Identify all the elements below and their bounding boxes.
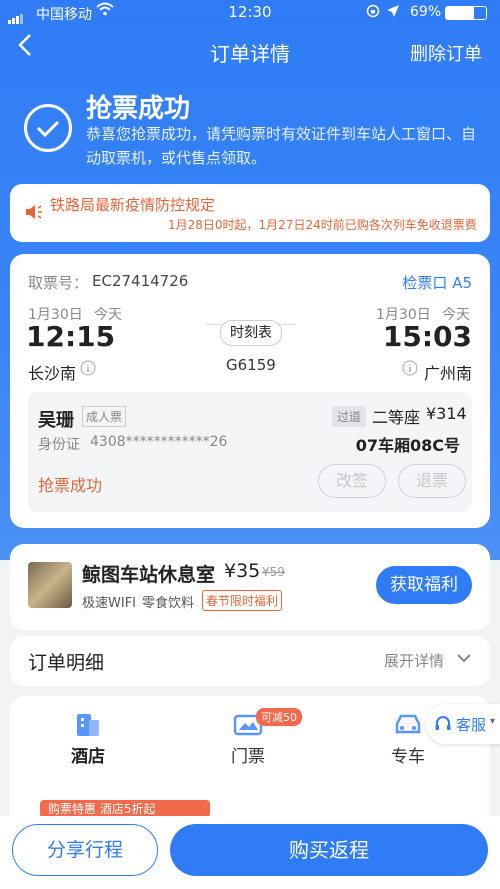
- pickup-label: 取票号：: [28, 274, 89, 292]
- headset-icon: [434, 715, 452, 737]
- lounge-promo-card[interactable]: 鲸图车站休息室 ¥35 ¥59 极速WIFI 零食饮料 春节限时福利 获取福利: [10, 544, 490, 630]
- order-detail-row[interactable]: 订单明细 展开详情: [10, 636, 490, 686]
- depart-station: 长沙南: [28, 364, 77, 383]
- lounge-promo-badge: 春节限时福利: [202, 590, 283, 611]
- check-circle-icon: [24, 104, 72, 152]
- service-tickets-label: 门票: [231, 747, 265, 767]
- location-icon: [386, 4, 400, 22]
- orientation-lock-icon: [366, 4, 380, 22]
- expand-detail-label: 展开详情: [384, 652, 445, 670]
- bottom-action-bar: 分享行程 购买返程: [0, 816, 500, 889]
- get-benefit-button[interactable]: 获取福利: [376, 566, 472, 604]
- tickets-discount-badge: 可减50: [256, 708, 302, 726]
- buy-return-button[interactable]: 购买返程: [170, 824, 488, 876]
- info-icon[interactable]: [80, 360, 96, 380]
- notice-detail: 1月28日0时起，1月27日24时前已购各次列车免收退票费: [168, 218, 477, 232]
- lounge-original-price: ¥59: [262, 565, 285, 579]
- hotel-icon: [73, 710, 103, 738]
- battery-percent: 69%: [410, 4, 442, 20]
- pickup-code: EC27414726: [92, 272, 189, 290]
- info-icon[interactable]: [402, 360, 418, 380]
- share-trip-button[interactable]: 分享行程: [12, 824, 158, 876]
- lounge-tag-snacks: 零食饮料: [142, 596, 195, 611]
- ticket-card: 取票号： EC27414726 检票口 A5 1月30日 今天 12:15 长沙…: [10, 254, 490, 528]
- arrive-time: 15:03: [382, 320, 472, 353]
- car-icon: [393, 710, 423, 738]
- ticket-type-badge: 成人票: [82, 406, 127, 427]
- passenger-name: 吴珊: [38, 410, 74, 431]
- refund-button[interactable]: 退票: [398, 464, 466, 498]
- success-message: 恭喜您抢票成功，请凭购票时有效证件到车站人工窗口、自动取票机，或代售点领取。: [86, 125, 477, 167]
- lounge-price: ¥35: [224, 560, 261, 582]
- id-number: 4308************26: [90, 434, 228, 450]
- id-label: 身份证: [38, 437, 80, 453]
- status-bar: 中国移动 12:30 69%: [0, 0, 500, 24]
- customer-service-label: 客服: [456, 716, 487, 734]
- lounge-image: [28, 562, 72, 608]
- chevron-down-icon: [456, 650, 472, 670]
- services-panel: 酒店 门票 可减50 专车 购票特惠 酒店5折起: [10, 696, 490, 826]
- notice-banner[interactable]: 铁路局最新疫情防控规定 1月28日0时起，1月27日24时前已购各次列车免收退票…: [10, 184, 490, 242]
- seat-number: 07车厢08C号: [355, 436, 460, 455]
- train-number: G6159: [226, 356, 276, 374]
- service-car-label: 专车: [391, 747, 425, 767]
- speaker-icon: [24, 202, 44, 222]
- caret-down-icon: ▾: [490, 716, 496, 727]
- order-detail-title: 订单明细: [28, 652, 105, 674]
- service-hotel[interactable]: 酒店: [28, 710, 148, 767]
- depart-time: 12:15: [26, 320, 116, 353]
- service-hotel-label: 酒店: [71, 747, 105, 767]
- success-title: 抢票成功: [86, 94, 191, 124]
- arrive-station: 广州南: [423, 364, 472, 383]
- ticket-price: ¥314: [426, 404, 467, 423]
- order-status: 抢票成功: [38, 476, 103, 495]
- passenger-panel: 吴珊 成人票 过道 二等座 ¥314 身份证 4308************2…: [28, 392, 472, 512]
- notice-title: 铁路局最新疫情防控规定: [50, 196, 216, 214]
- change-ticket-button[interactable]: 改签: [318, 464, 386, 498]
- seat-position-badge: 过道: [332, 406, 367, 427]
- delete-order-button[interactable]: 删除订单: [410, 40, 482, 66]
- battery-icon: [445, 6, 487, 20]
- gate-info: 检票口 A5: [402, 274, 472, 292]
- seat-class: 二等座: [372, 408, 421, 427]
- lounge-tag-wifi: 极速WIFI: [82, 596, 136, 611]
- lounge-name: 鲸图车站休息室: [82, 564, 216, 586]
- timetable-button[interactable]: 时刻表: [220, 320, 282, 346]
- customer-service-button[interactable]: 客服 ▾: [426, 704, 500, 744]
